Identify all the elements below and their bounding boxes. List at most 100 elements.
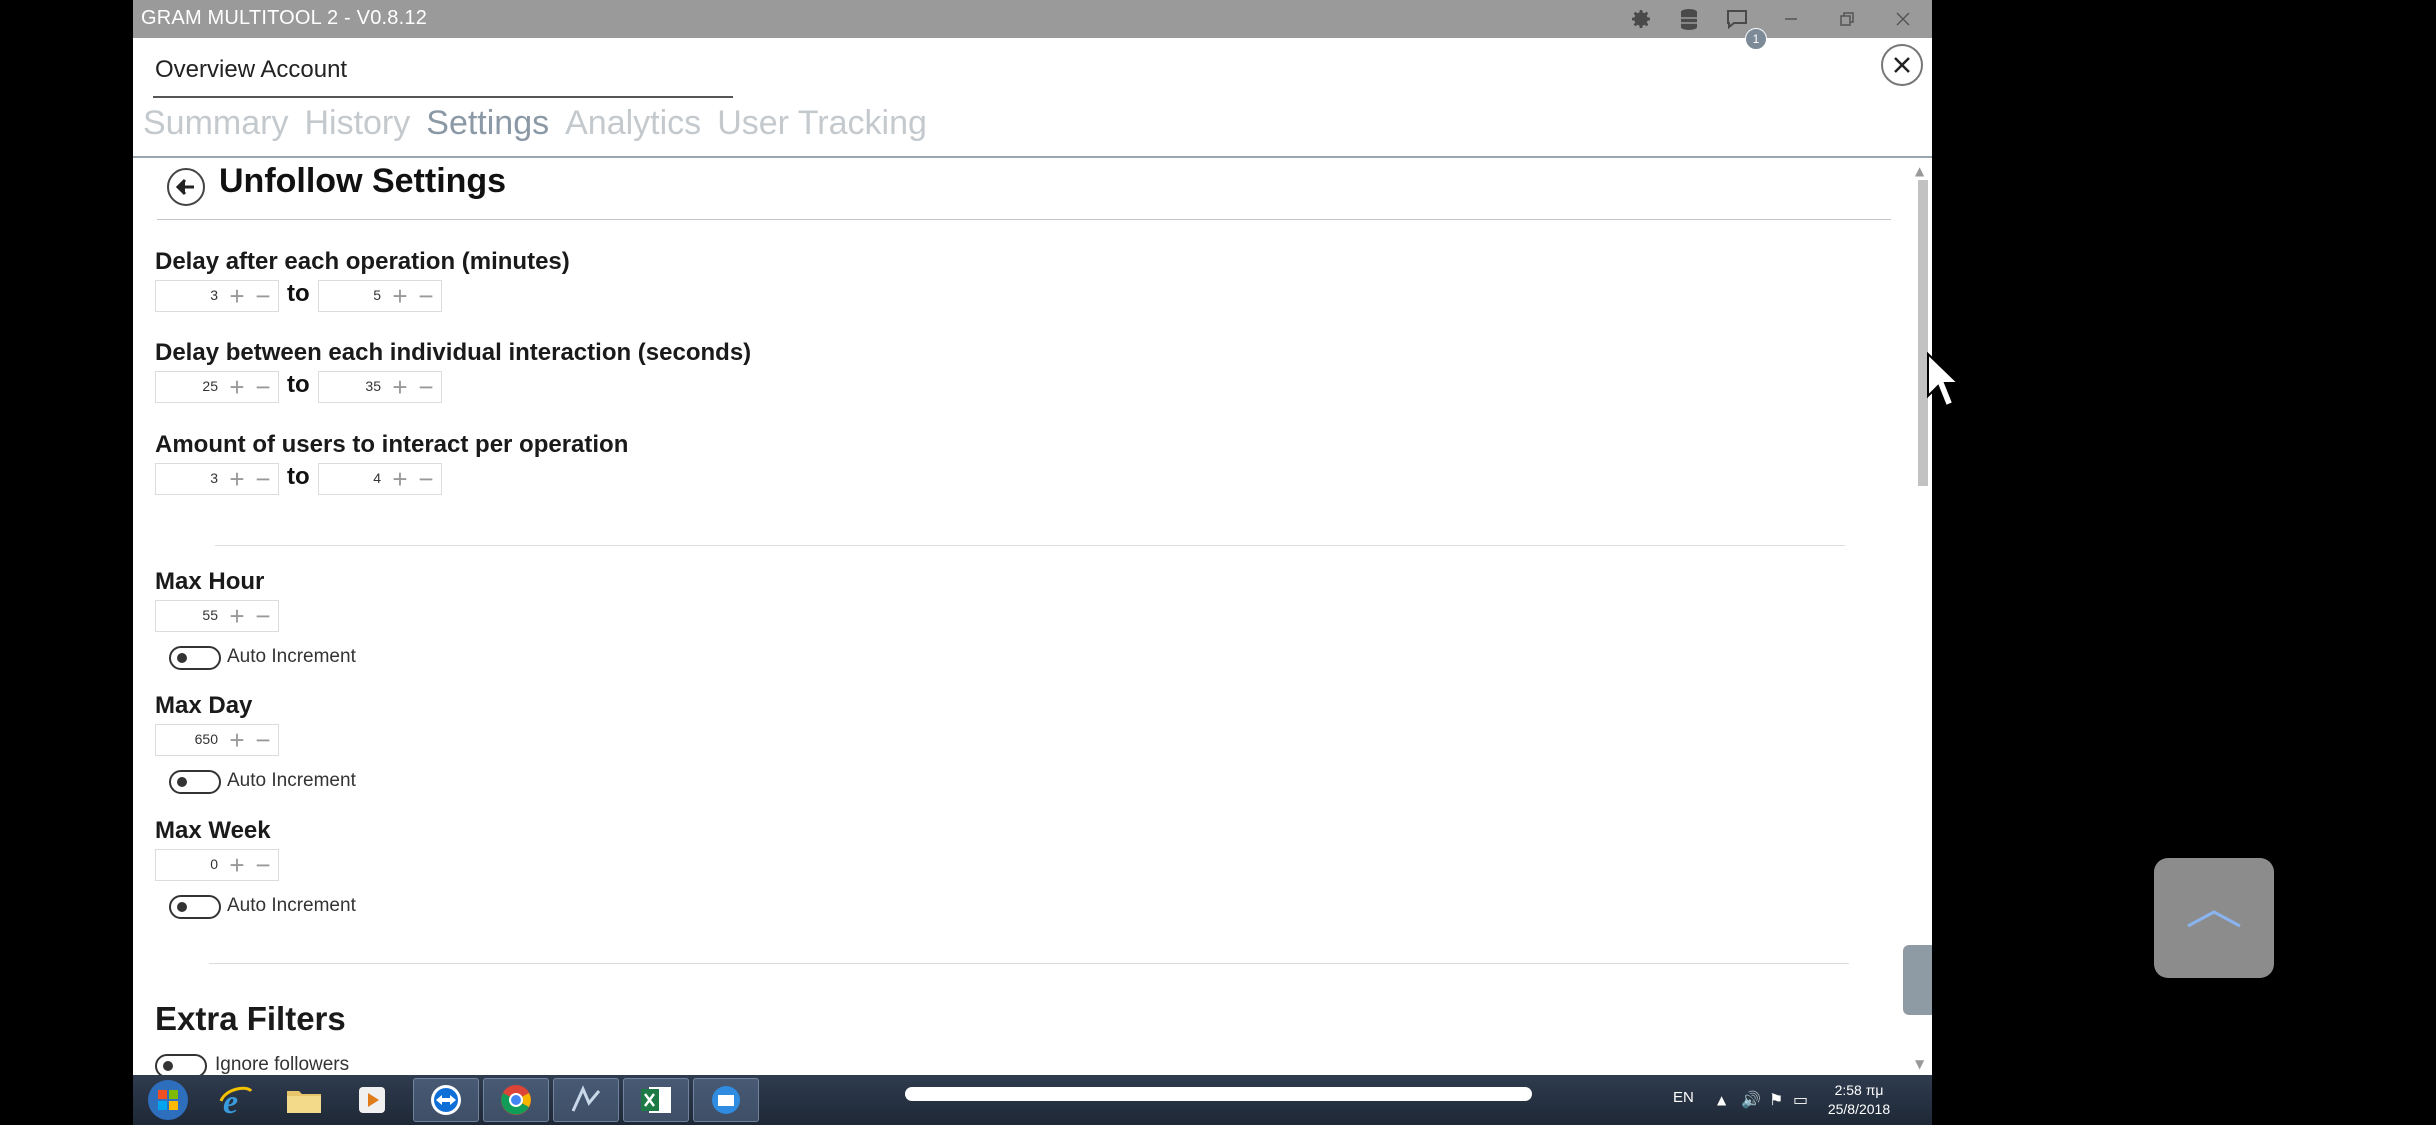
stepper-value[interactable]: 650	[195, 731, 218, 747]
scrollbar-thumb[interactable]	[1918, 180, 1928, 486]
file-explorer-taskbar-button[interactable]	[271, 1078, 337, 1122]
auto-increment-label: Auto Increment	[227, 646, 356, 667]
stepper-value[interactable]: 55	[202, 607, 218, 623]
max-week-label: Max Week	[155, 817, 271, 844]
tab-summary[interactable]: Summary	[143, 104, 288, 154]
minus-icon[interactable]: −	[250, 726, 276, 754]
remote-app-taskbar-button[interactable]	[693, 1078, 759, 1122]
ignore-followers-toggle[interactable]	[155, 1054, 207, 1075]
minus-icon[interactable]: −	[413, 373, 439, 401]
stepper-value[interactable]: 3	[210, 287, 218, 303]
minus-icon[interactable]: −	[250, 373, 276, 401]
users-per-operation-to-stepper[interactable]: 4 + −	[318, 463, 442, 495]
window-close-icon[interactable]	[1881, 0, 1925, 38]
scroll-up-icon[interactable]: ▲	[1915, 164, 1924, 178]
plus-icon[interactable]: +	[224, 851, 250, 879]
tray-expand-icon[interactable]: ▲	[1717, 1093, 1726, 1107]
delay-operation-to-stepper[interactable]: 5 + −	[318, 280, 442, 312]
excel-icon	[641, 1087, 671, 1113]
restore-icon[interactable]	[1825, 0, 1869, 38]
vertical-scrollbar[interactable]: ▲ ▼	[1911, 160, 1932, 1075]
to-label: to	[287, 463, 310, 490]
max-day-auto-increment-toggle[interactable]	[169, 770, 221, 794]
excel-taskbar-button[interactable]	[623, 1078, 689, 1122]
tab-history[interactable]: History	[304, 104, 410, 154]
stepper-value[interactable]: 5	[373, 287, 381, 303]
stepper-value[interactable]: 3	[210, 470, 218, 486]
chrome-icon	[501, 1085, 531, 1115]
language-indicator[interactable]: EN	[1673, 1089, 1694, 1106]
delay-interaction-to-stepper[interactable]: 35 + −	[318, 371, 442, 403]
plus-icon[interactable]: +	[224, 373, 250, 401]
max-hour-stepper[interactable]: 55 + −	[155, 600, 279, 632]
chrome-taskbar-button[interactable]	[483, 1078, 549, 1122]
stepper-value[interactable]: 4	[373, 470, 381, 486]
network-icon[interactable]: ▭	[1793, 1090, 1808, 1109]
users-per-operation-label: Amount of users to interact per operatio…	[155, 431, 629, 458]
clock-date: 25/8/2018	[1827, 1101, 1891, 1117]
plus-icon[interactable]: +	[387, 373, 413, 401]
max-hour-label: Max Hour	[155, 568, 265, 595]
plus-icon[interactable]: +	[224, 602, 250, 630]
back-button[interactable]	[167, 168, 205, 206]
folder-icon	[287, 1091, 321, 1113]
delay-interaction-from-stepper[interactable]: 25 + −	[155, 371, 279, 403]
start-button[interactable]	[135, 1078, 201, 1122]
title-divider	[157, 219, 1891, 220]
flag-icon[interactable]: ⚑	[1769, 1090, 1783, 1109]
account-title-underline	[153, 96, 733, 98]
max-week-stepper[interactable]: 0 + −	[155, 849, 279, 881]
teamviewer-icon	[431, 1085, 461, 1115]
clock[interactable]: 2:58 πμ 25/8/2018	[1819, 1081, 1899, 1119]
minus-icon[interactable]: −	[250, 282, 276, 310]
minimize-icon[interactable]	[1769, 0, 1813, 38]
tab-settings[interactable]: Settings	[426, 104, 549, 154]
media-player-taskbar-button[interactable]	[339, 1078, 405, 1122]
minus-icon[interactable]: −	[413, 465, 439, 493]
plus-icon[interactable]: +	[224, 282, 250, 310]
notification-badge: 1	[1745, 28, 1767, 50]
minus-icon[interactable]: −	[413, 282, 439, 310]
to-label: to	[287, 280, 310, 307]
internet-explorer-taskbar-button[interactable]: e	[203, 1078, 269, 1122]
section-divider	[215, 545, 1845, 546]
scroll-top-button[interactable]	[2154, 858, 2274, 978]
tab-divider	[133, 156, 1932, 158]
minus-icon[interactable]: −	[250, 602, 276, 630]
teamviewer-taskbar-button[interactable]	[413, 1078, 479, 1122]
volume-icon[interactable]: 🔊	[1741, 1090, 1761, 1109]
settings-gear-icon[interactable]	[1619, 0, 1663, 38]
stepper-value[interactable]: 25	[202, 378, 218, 394]
tab-user-tracking[interactable]: User Tracking	[717, 104, 927, 154]
plus-icon[interactable]: +	[224, 726, 250, 754]
max-hour-auto-increment-toggle[interactable]	[169, 646, 221, 670]
gesture-navigation-bar[interactable]	[905, 1087, 1532, 1101]
scroll-down-icon[interactable]: ▼	[1915, 1057, 1924, 1071]
plus-icon[interactable]: +	[224, 465, 250, 493]
delay-operation-label: Delay after each operation (minutes)	[155, 248, 570, 275]
minus-icon[interactable]: −	[250, 851, 276, 879]
tab-bar: Summary History Settings Analytics User …	[143, 104, 943, 154]
minus-icon[interactable]: −	[250, 465, 276, 493]
plus-icon[interactable]: +	[387, 465, 413, 493]
delay-operation-from-stepper[interactable]: 3 + −	[155, 280, 279, 312]
stepper-value[interactable]: 35	[365, 378, 381, 394]
window-title: GRAM MULTITOOL 2 - V0.8.12	[141, 7, 428, 29]
account-title: Overview Account	[155, 56, 348, 83]
close-panel-button[interactable]	[1881, 44, 1923, 86]
stepper-value[interactable]: 0	[210, 856, 218, 872]
plus-icon[interactable]: +	[387, 282, 413, 310]
max-week-auto-increment-toggle[interactable]	[169, 895, 221, 919]
gram-multitool-taskbar-button[interactable]	[553, 1078, 619, 1122]
internet-explorer-icon: e	[219, 1084, 253, 1117]
delay-interaction-label: Delay between each individual interactio…	[155, 339, 752, 366]
page-title: Unfollow Settings	[219, 162, 507, 200]
settings-content: Unfollow Settings Delay after each opera…	[133, 160, 1913, 1075]
users-per-operation-from-stepper[interactable]: 3 + −	[155, 463, 279, 495]
to-label: to	[287, 371, 310, 398]
auto-increment-label: Auto Increment	[227, 770, 356, 791]
teamviewer-side-tab[interactable]	[1903, 945, 1932, 1015]
database-icon[interactable]	[1667, 0, 1711, 38]
tab-analytics[interactable]: Analytics	[565, 104, 701, 154]
max-day-stepper[interactable]: 650 + −	[155, 724, 279, 756]
